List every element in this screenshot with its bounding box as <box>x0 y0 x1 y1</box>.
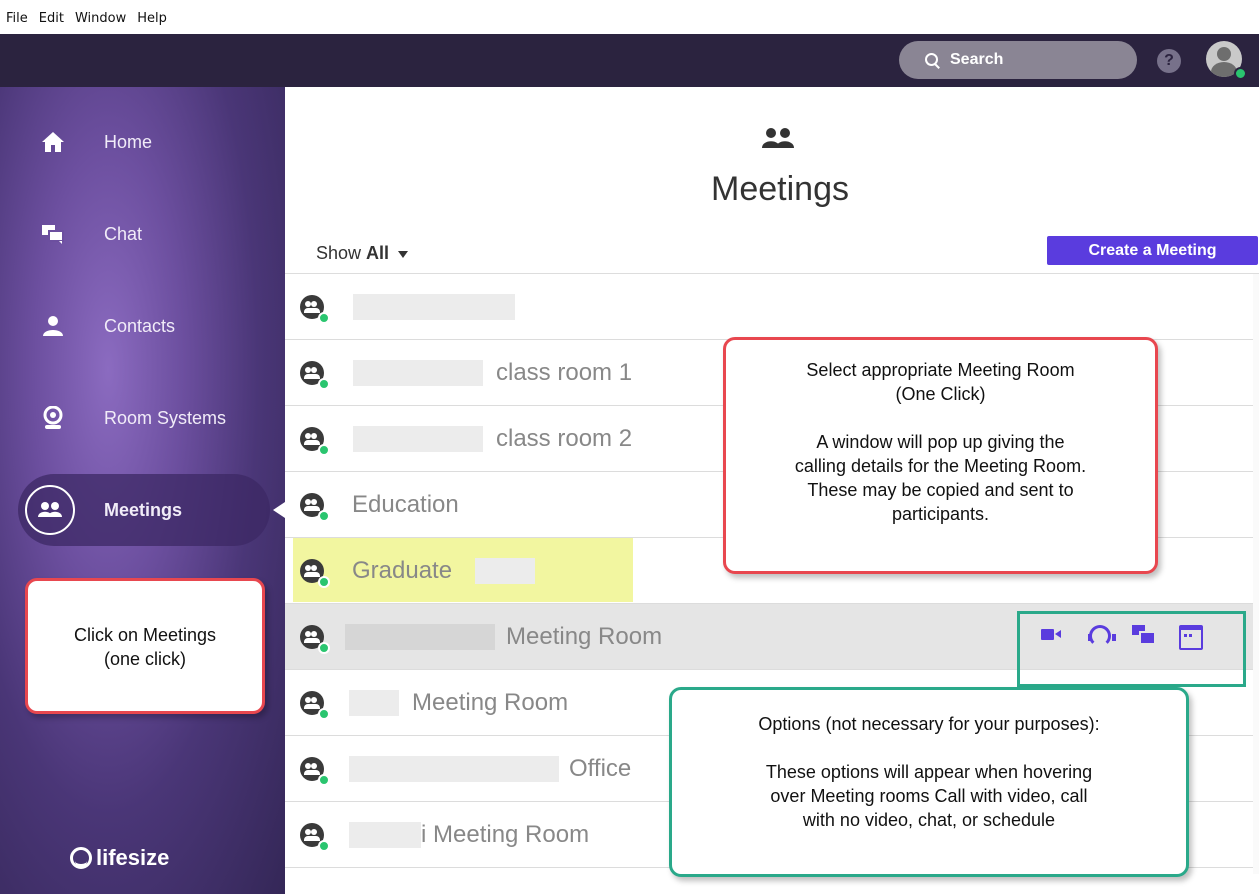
help-icon[interactable]: ? <box>1157 49 1181 73</box>
presence-status-icon <box>318 576 330 588</box>
sidebar-item-contacts[interactable]: Contacts <box>0 296 285 356</box>
active-pointer <box>273 502 285 518</box>
redacted-text <box>349 690 399 716</box>
lifesize-logo-icon <box>70 847 92 869</box>
sidebar-item-label: Chat <box>104 223 143 244</box>
presence-status-icon <box>318 444 330 456</box>
meeting-name: Graduate <box>352 557 453 584</box>
callout-select-room: Select appropriate Meeting Room (One Cli… <box>723 337 1158 574</box>
presence-status-icon <box>318 708 330 720</box>
options-highlight-box <box>1017 611 1246 687</box>
callout-text: These options will appear when hovering <box>765 762 1093 782</box>
callout-spacer <box>672 736 1186 760</box>
scrollbar[interactable] <box>1253 274 1259 874</box>
caret-down-icon <box>398 250 409 258</box>
contact-icon <box>40 313 66 339</box>
callout-options: Options (not necessary for your purposes… <box>669 687 1189 877</box>
create-meeting-button[interactable]: Create a Meeting <box>1047 236 1258 265</box>
callout-click-meetings: Click on Meetings (one click) <box>25 578 265 714</box>
presence-status-icon <box>1234 67 1247 80</box>
callout-text: over Meeting rooms Call with video, call <box>770 786 1088 806</box>
presence-status-icon <box>318 642 330 654</box>
meeting-name: Meeting Room <box>412 689 569 716</box>
redacted-text <box>349 756 559 782</box>
callout-text: with no video, chat, or schedule <box>802 810 1056 830</box>
presence-status-icon <box>318 510 330 522</box>
callout-text: Click on Meetings <box>73 625 217 645</box>
search-icon <box>925 52 940 68</box>
sidebar-item-room-systems[interactable]: Room Systems <box>0 388 285 448</box>
callout-text: A window will pop up giving the <box>816 432 1065 452</box>
callout-text: participants. <box>891 504 990 524</box>
menu-help[interactable]: Help <box>137 11 167 26</box>
lifesize-logo-text: lifesize <box>96 845 170 870</box>
home-icon <box>40 129 66 155</box>
show-filter-prefix: Show <box>316 243 362 263</box>
meetings-icon <box>759 126 799 152</box>
meeting-row[interactable] <box>285 274 1253 340</box>
meeting-name: Office <box>569 755 632 782</box>
sidebar-item-label: Contacts <box>104 315 176 336</box>
menu-edit[interactable]: Edit <box>39 11 64 26</box>
redacted-text <box>345 624 495 650</box>
presence-status-icon <box>318 774 330 786</box>
menu-window[interactable]: Window <box>75 11 126 26</box>
redacted-text <box>349 822 421 848</box>
chat-icon <box>40 221 66 247</box>
callout-text: calling details for the Meeting Room. <box>794 456 1087 476</box>
sidebar-item-home[interactable]: Home <box>0 112 285 172</box>
show-filter-value: All <box>366 243 390 263</box>
presence-status-icon <box>318 312 330 324</box>
menu-file[interactable]: File <box>6 11 28 26</box>
redacted-text <box>353 426 483 452</box>
meeting-name: i Meeting Room <box>421 821 590 848</box>
callout-spacer <box>726 406 1155 430</box>
meeting-name: Meeting Room <box>506 623 663 650</box>
sidebar-item-label: Home <box>104 131 153 152</box>
search-input[interactable]: Search <box>899 41 1137 79</box>
meeting-name: class room 2 <box>496 425 633 452</box>
show-filter-dropdown[interactable]: Show All <box>316 243 409 264</box>
callout-text: (one click) <box>103 649 187 669</box>
presence-status-icon <box>318 378 330 390</box>
callout-text: Options (not necessary for your purposes… <box>758 714 1100 734</box>
lifesize-logo: lifesize <box>70 845 169 871</box>
sidebar-item-label: Meetings <box>104 499 183 520</box>
sidebar-item-label: Room Systems <box>104 407 227 428</box>
redacted-text <box>353 360 483 386</box>
meeting-name: Education <box>352 491 459 518</box>
callout-text: (One Click) <box>895 384 986 404</box>
presence-status-icon <box>318 840 330 852</box>
callout-text: Select appropriate Meeting Room <box>806 360 1075 380</box>
webcam-icon <box>40 405 66 431</box>
sidebar-item-chat[interactable]: Chat <box>0 204 285 264</box>
page-title: Meetings <box>711 170 849 208</box>
search-placeholder: Search <box>950 51 1004 68</box>
callout-text: These may be copied and sent to <box>807 480 1074 500</box>
redacted-text <box>353 294 515 320</box>
meeting-name: class room 1 <box>496 359 633 386</box>
redacted-text <box>475 558 535 584</box>
sidebar-item-meetings[interactable]: Meetings <box>0 480 285 540</box>
meetings-icon <box>37 497 63 523</box>
menu-bar: File Edit Window Help <box>0 0 1259 34</box>
